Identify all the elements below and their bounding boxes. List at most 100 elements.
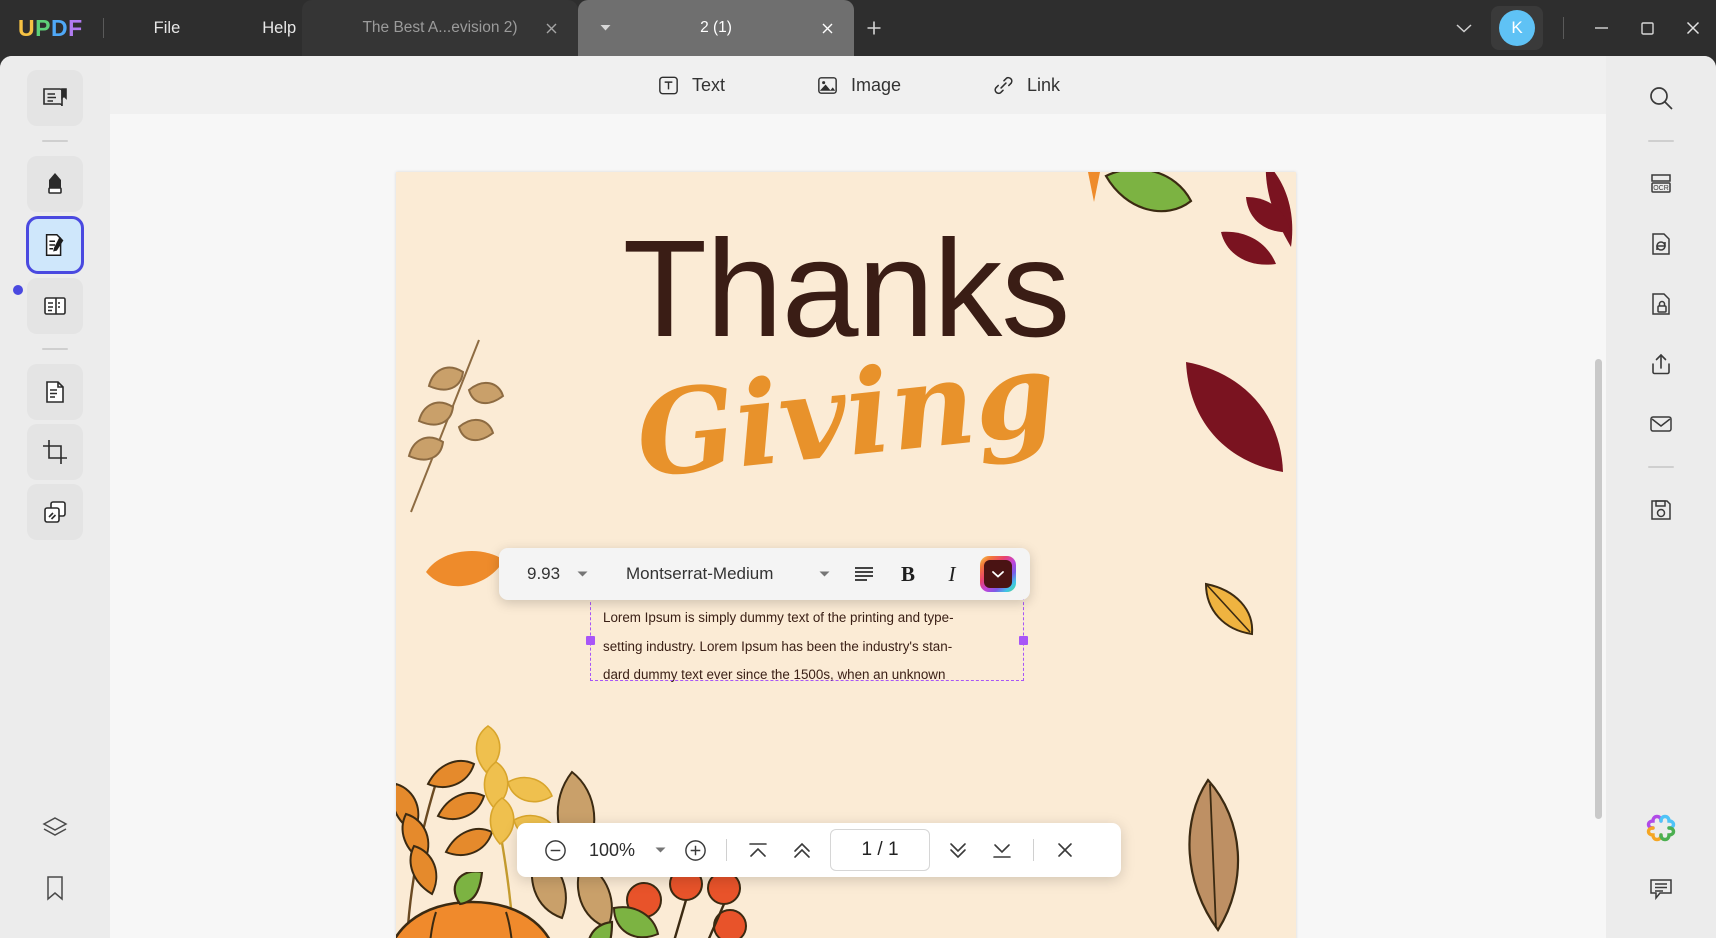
tool-text-label: Text [691, 74, 725, 95]
logo-letter-p: P [35, 14, 51, 41]
font-family-dropdown[interactable]: Montserrat-Medium [602, 564, 842, 584]
sidebar-item-page-layout[interactable] [27, 278, 83, 334]
tab-document-2[interactable]: 2 (1) [578, 0, 854, 56]
pagebar-divider-2 [1033, 839, 1035, 861]
font-family-caret-down-icon[interactable] [819, 570, 830, 578]
previous-page-button[interactable] [780, 829, 824, 871]
brown-leaf-decoration [1188, 778, 1240, 932]
right-item-comment-chat[interactable] [1633, 860, 1689, 916]
logo-letter-d: D [50, 14, 69, 41]
sidebar-item-convert[interactable] [27, 364, 83, 420]
menu-divider [102, 18, 104, 38]
chat-bubble-icon [1647, 874, 1675, 902]
page-layout-icon [40, 291, 70, 321]
zoom-out-button[interactable] [533, 829, 577, 871]
text-color-button[interactable] [980, 556, 1016, 592]
tool-image-label: Image [850, 74, 901, 95]
account-button[interactable]: K [1491, 6, 1543, 50]
left-rail-divider-2 [42, 348, 68, 350]
text-line-1: Lorem Ipsum is simply dummy text of the … [603, 610, 954, 625]
new-tab-button[interactable] [854, 0, 894, 56]
font-size-dropdown[interactable]: 9.93 [499, 564, 602, 584]
zoom-caret-down-icon[interactable] [647, 846, 673, 854]
menu-file[interactable]: File [136, 13, 199, 44]
first-page-button[interactable] [736, 829, 780, 871]
right-item-ai-assistant[interactable] [1633, 800, 1689, 856]
updf-window: U P D F File Help The Best A...evision 2… [0, 0, 1716, 938]
tab-2-close-icon[interactable] [814, 15, 840, 41]
tool-link-label: Link [1027, 74, 1061, 95]
sidebar-item-layers[interactable] [27, 800, 83, 856]
protect-lock-icon [1647, 290, 1675, 318]
window-controls: K [1443, 0, 1716, 56]
document-canvas[interactable]: Thanks Giving Lorem Ipsum is simply dumm… [110, 114, 1606, 938]
first-page-icon [746, 839, 770, 861]
link-icon [991, 73, 1016, 98]
selected-text-block[interactable]: Lorem Ipsum is simply dummy text of the … [586, 597, 1028, 682]
ocr-icon: OCR [1647, 170, 1675, 198]
tab-2-title: 2 (1) [700, 19, 732, 36]
bold-button[interactable]: B [886, 554, 930, 594]
font-family-value: Montserrat-Medium [626, 564, 774, 583]
right-item-save[interactable] [1633, 482, 1689, 538]
sidebar-item-reader[interactable] [27, 70, 83, 126]
resize-handle-right[interactable] [1019, 636, 1028, 645]
layers-icon [40, 813, 70, 843]
more-options-chevron-down-icon[interactable] [1443, 7, 1485, 49]
right-item-convert[interactable] [1633, 216, 1689, 272]
selected-rail-indicator [13, 285, 23, 295]
zoom-out-icon [543, 838, 568, 863]
font-size-caret-down-icon[interactable] [577, 570, 588, 578]
tool-link[interactable]: Link [978, 66, 1073, 105]
app-shell: Text Image Link Thanks Giving Lorem Ipsu… [0, 56, 1716, 938]
right-item-email[interactable] [1633, 396, 1689, 452]
edit-pdf-icon [41, 231, 69, 259]
email-icon [1647, 410, 1675, 438]
tool-image[interactable]: Image [802, 66, 914, 105]
right-item-protect[interactable] [1633, 276, 1689, 332]
sidebar-item-organize-pages[interactable] [27, 484, 83, 540]
page-indicator[interactable]: 1 / 1 [830, 829, 931, 871]
tab-document-1[interactable]: The Best A...evision 2) [302, 0, 578, 56]
text-line-3: dard dummy text ever since the 1500s, wh… [603, 667, 946, 683]
right-rail-divider-2 [1648, 466, 1674, 468]
minimize-button[interactable] [1578, 0, 1624, 56]
next-page-button[interactable] [936, 829, 980, 871]
sidebar-item-crop[interactable] [27, 424, 83, 480]
sidebar-item-edit-pdf[interactable] [26, 216, 84, 274]
right-rail-divider-1 [1648, 140, 1674, 142]
align-button[interactable] [842, 554, 886, 594]
italic-button[interactable]: I [930, 554, 974, 594]
text-box-icon [656, 73, 681, 98]
maximize-button[interactable] [1624, 0, 1670, 56]
yellow-leaf-decoration [1204, 582, 1254, 636]
pumpkin-decoration [396, 872, 614, 938]
last-page-button[interactable] [980, 829, 1024, 871]
vertical-scrollbar[interactable] [1595, 359, 1602, 819]
tab-1-close-icon[interactable] [538, 15, 564, 41]
close-window-button[interactable] [1670, 0, 1716, 56]
zoom-in-icon [683, 838, 708, 863]
search-icon [1647, 84, 1675, 112]
reader-icon [40, 83, 70, 113]
resize-handle-left[interactable] [586, 636, 595, 645]
ai-clover-icon [1645, 812, 1677, 844]
sidebar-item-comment[interactable] [27, 156, 83, 212]
image-icon [815, 73, 840, 98]
window-controls-divider [1563, 17, 1564, 39]
right-item-search[interactable] [1633, 70, 1689, 126]
left-rail-divider-1 [42, 140, 68, 142]
right-item-share[interactable] [1633, 336, 1689, 392]
close-pagebar-button[interactable] [1043, 829, 1087, 871]
sidebar-item-bookmark[interactable] [27, 860, 83, 916]
zoom-in-button[interactable] [673, 829, 717, 871]
tool-text[interactable]: Text [643, 66, 738, 105]
last-page-icon [990, 839, 1014, 861]
color-picker-icon [984, 560, 1012, 588]
logo-letter-f: F [68, 14, 83, 41]
tab-2-caret-down-icon[interactable] [592, 24, 618, 32]
bold-label: B [900, 561, 915, 586]
save-icon [1647, 496, 1675, 524]
crop-icon [40, 437, 70, 467]
right-item-ocr[interactable]: OCR [1633, 156, 1689, 212]
